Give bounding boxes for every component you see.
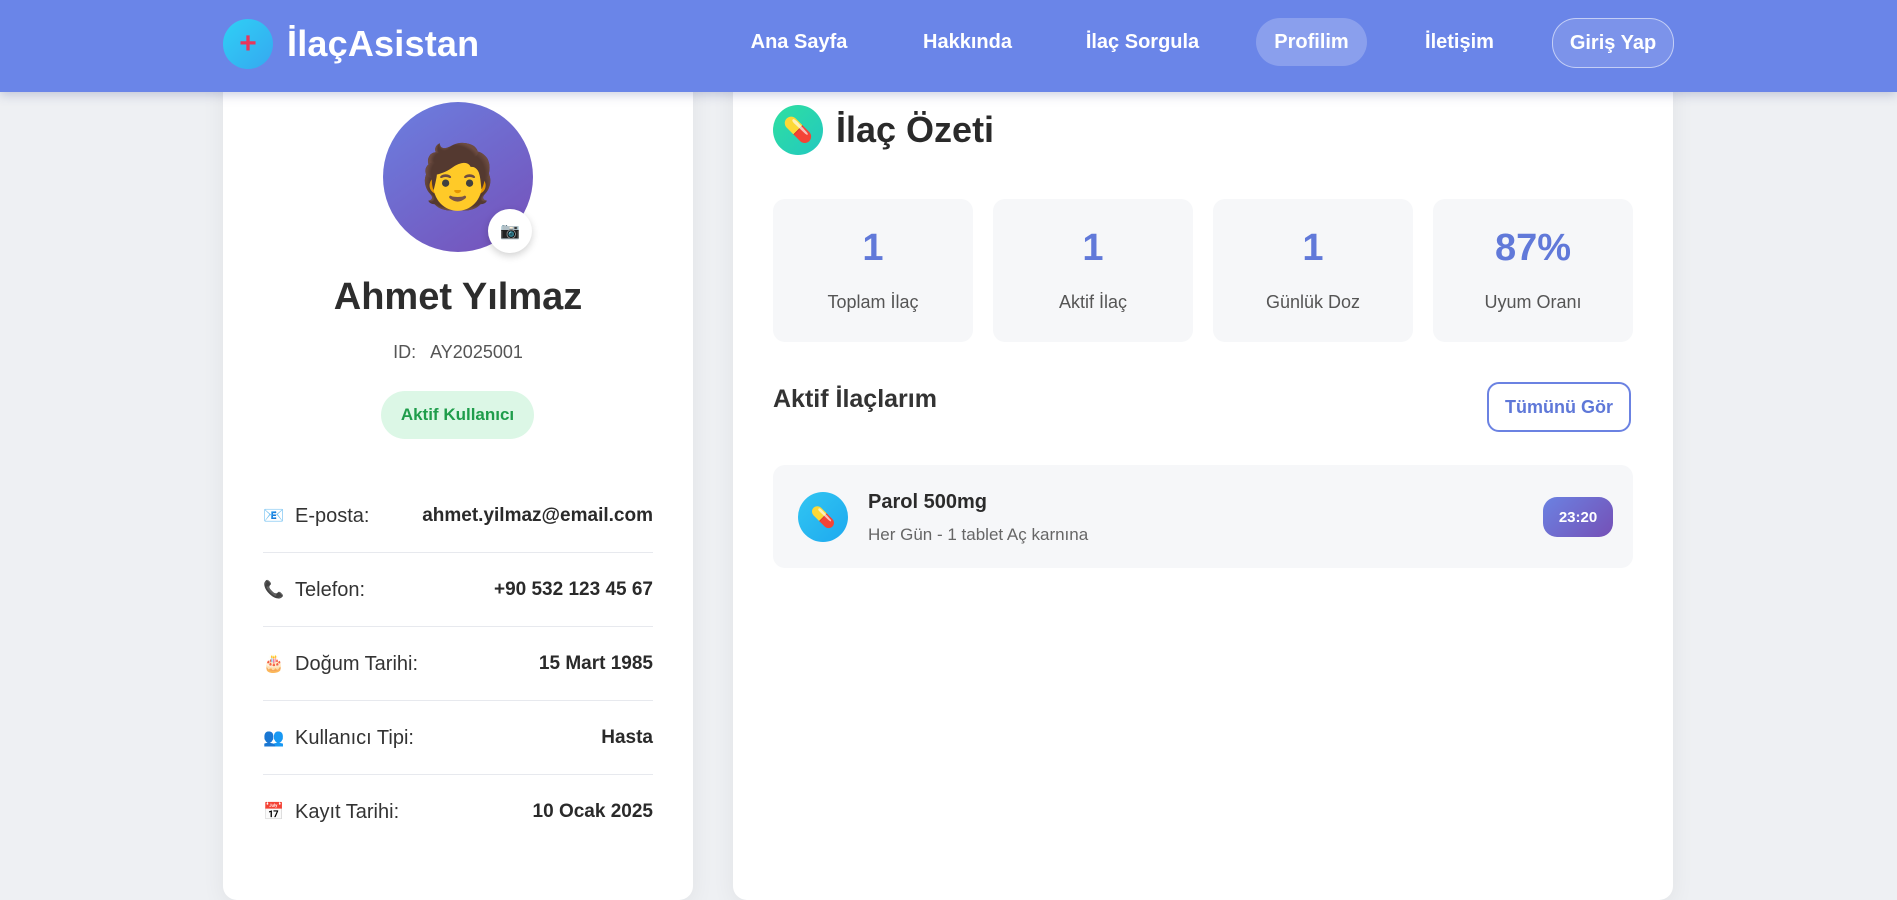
users-icon: 👥: [263, 728, 285, 747]
stat-value: 87%: [1494, 227, 1572, 269]
info-row-phone: 📞 Telefon: +90 532 123 45 67: [263, 554, 653, 627]
summary-title: İlaç Özeti: [836, 109, 995, 150]
nav-links: Ana Sayfa Hakkında İlaç Sorgula Profilim…: [0, 18, 1897, 68]
medication-details: Her Gün1 tabletAç karnına: [868, 525, 1088, 545]
medication-name: Parol 500mg: [868, 491, 987, 513]
profile-id-value: AY2025001: [430, 342, 523, 362]
profile-id: ID: AY2025001: [223, 342, 693, 363]
info-value-registration-date: 10 Ocak 2025: [532, 801, 653, 822]
medication-item[interactable]: 💊 Parol 500mg Her Gün1 tabletAç karnına …: [773, 465, 1633, 568]
profile-name: Ahmet Yılmaz: [333, 276, 583, 318]
stat-daily-dose: 1 Günlük Doz: [1213, 199, 1413, 342]
summary-header: 💊 İlaç Özeti: [773, 105, 994, 155]
info-label: Kullanıcı Tipi:: [295, 726, 414, 749]
stat-label: Toplam İlaç: [827, 292, 919, 312]
stat-adherence-rate: 87% Uyum Oranı: [1433, 199, 1633, 342]
camera-icon: 📷: [500, 223, 520, 240]
nav-item-hakkinda[interactable]: Hakkında: [905, 18, 1030, 66]
info-label: Telefon:: [295, 578, 366, 601]
nav-item-profilim[interactable]: Profilim: [1256, 18, 1367, 66]
info-row-birthdate: 🎂 Doğum Tarihi: 15 Mart 1985: [263, 628, 653, 701]
profile-id-label: ID:: [393, 342, 417, 362]
stat-active-meds: 1 Aktif İlaç: [993, 199, 1193, 342]
info-label: Doğum Tarihi:: [295, 652, 419, 675]
stat-label: Günlük Doz: [1265, 292, 1361, 312]
pill-icon: 💊: [798, 492, 848, 542]
profile-info-list: 📧 E-posta: ahmet.yilmaz@email.com 📞 Tele…: [263, 480, 653, 849]
nav-item-ilac-sorgula[interactable]: İlaç Sorgula: [1070, 18, 1215, 66]
top-navbar: + İlaçAsistan Ana Sayfa Hakkında İlaç So…: [0, 0, 1897, 92]
see-all-button[interactable]: Tümünü Gör: [1487, 382, 1631, 432]
login-button[interactable]: Giriş Yap: [1552, 18, 1674, 68]
change-photo-button[interactable]: 📷: [488, 209, 532, 253]
medication-summary-card: 💊 İlaç Özeti 1 Toplam İlaç 1 Aktif İlaç …: [733, 60, 1673, 900]
info-row-email: 📧 E-posta: ahmet.yilmaz@email.com: [263, 480, 653, 553]
info-row-user-type: 👥 Kullanıcı Tipi: Hasta: [263, 702, 653, 775]
cake-icon: 🎂: [263, 654, 285, 673]
nav-item-ana-sayfa[interactable]: Ana Sayfa: [733, 18, 865, 66]
info-label: E-posta:: [295, 504, 370, 527]
stat-label: Uyum Oranı: [1484, 292, 1582, 312]
stat-value: 1: [1302, 227, 1324, 269]
stat-label: Aktif İlaç: [1058, 292, 1128, 312]
info-value-birthdate: 15 Mart 1985: [538, 653, 653, 674]
stat-value: 1: [862, 227, 884, 269]
phone-icon: 📞: [263, 580, 285, 599]
email-icon: 📧: [263, 506, 285, 525]
dose-time-badge: 23:20: [1543, 497, 1613, 537]
active-meds-title: Aktif İlaçlarım: [773, 385, 937, 413]
nav-item-iletisim[interactable]: İletişim: [1407, 18, 1512, 66]
pill-icon: 💊: [773, 105, 823, 155]
info-row-registration-date: 📅 Kayıt Tarihi: 10 Ocak 2025: [263, 776, 653, 848]
info-value-user-type: Hasta: [601, 727, 653, 748]
info-value-email: ahmet.yilmaz@email.com: [422, 505, 653, 526]
calendar-icon: 📅: [263, 802, 285, 821]
stat-value: 1: [1082, 227, 1104, 269]
profile-card: 🧑 📷 Ahmet Yılmaz ID: AY2025001 Aktif Kull…: [223, 60, 693, 900]
info-label: Kayıt Tarihi:: [295, 800, 400, 823]
info-value-phone: +90 532 123 45 67: [493, 579, 653, 600]
person-icon: 🧑: [419, 142, 497, 212]
stat-total-meds: 1 Toplam İlaç: [773, 199, 973, 342]
status-badge: Aktif Kullanıcı: [381, 391, 534, 439]
